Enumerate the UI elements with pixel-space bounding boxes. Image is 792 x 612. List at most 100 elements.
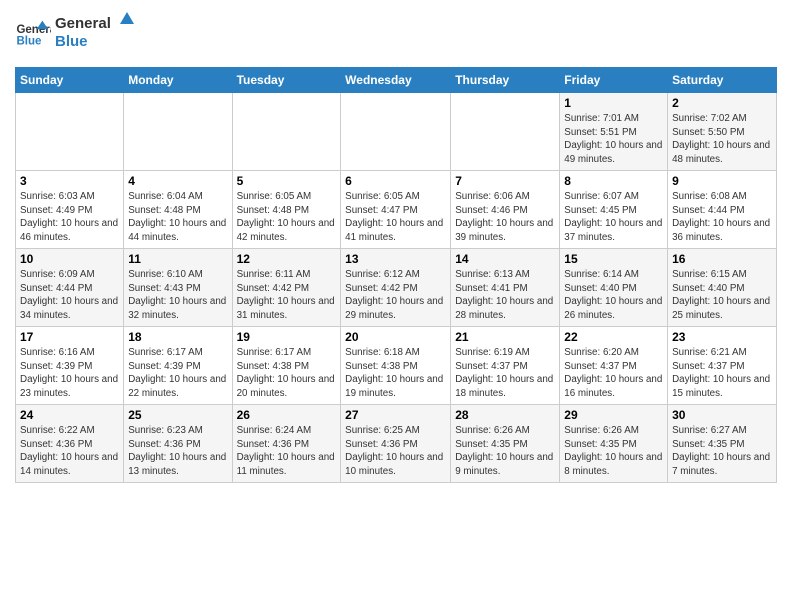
calendar-week-5: 24 Sunrise: 6:22 AMSunset: 4:36 PMDayligh… [16, 405, 777, 483]
day-number: 16 [672, 252, 772, 266]
calendar-cell [16, 93, 124, 171]
calendar-cell: 12 Sunrise: 6:11 AMSunset: 4:42 PMDayligh… [232, 249, 341, 327]
calendar-cell: 14 Sunrise: 6:13 AMSunset: 4:41 PMDayligh… [451, 249, 560, 327]
calendar-cell: 2 Sunrise: 7:02 AMSunset: 5:50 PMDaylight… [668, 93, 777, 171]
day-number: 5 [237, 174, 337, 188]
day-info: Sunrise: 6:07 AMSunset: 4:45 PMDaylight:… [564, 190, 663, 245]
day-info: Sunrise: 6:08 AMSunset: 4:44 PMDaylight:… [672, 190, 772, 245]
calendar-cell: 26 Sunrise: 6:24 AMSunset: 4:36 PMDayligh… [232, 405, 341, 483]
calendar-cell: 1 Sunrise: 7:01 AMSunset: 5:51 PMDaylight… [560, 93, 668, 171]
day-number: 23 [672, 330, 772, 344]
day-number: 4 [128, 174, 227, 188]
calendar-cell: 11 Sunrise: 6:10 AMSunset: 4:43 PMDayligh… [124, 249, 232, 327]
day-info: Sunrise: 6:19 AMSunset: 4:37 PMDaylight:… [455, 346, 555, 401]
day-number: 24 [20, 408, 119, 422]
weekday-header-tuesday: Tuesday [232, 68, 341, 93]
day-number: 17 [20, 330, 119, 344]
calendar-header-row: SundayMondayTuesdayWednesdayThursdayFrid… [16, 68, 777, 93]
calendar-cell: 5 Sunrise: 6:05 AMSunset: 4:48 PMDaylight… [232, 171, 341, 249]
weekday-header-sunday: Sunday [16, 68, 124, 93]
day-info: Sunrise: 6:14 AMSunset: 4:40 PMDaylight:… [564, 268, 663, 323]
calendar-cell: 24 Sunrise: 6:22 AMSunset: 4:36 PMDayligh… [16, 405, 124, 483]
calendar-cell: 20Sunrise: 6:18 AMSunset: 4:38 PMDayligh… [341, 327, 451, 405]
weekday-header-friday: Friday [560, 68, 668, 93]
day-number: 1 [564, 96, 663, 110]
day-info: Sunrise: 7:02 AMSunset: 5:50 PMDaylight:… [672, 112, 772, 167]
logo: General Blue General Blue [15, 10, 135, 59]
day-number: 8 [564, 174, 663, 188]
calendar-cell: 8 Sunrise: 6:07 AMSunset: 4:45 PMDaylight… [560, 171, 668, 249]
day-number: 3 [20, 174, 119, 188]
svg-text:Blue: Blue [16, 35, 42, 47]
day-number: 28 [455, 408, 555, 422]
calendar-cell [451, 93, 560, 171]
day-info: Sunrise: 6:23 AMSunset: 4:36 PMDaylight:… [128, 424, 227, 479]
weekday-header-saturday: Saturday [668, 68, 777, 93]
calendar-week-1: 1 Sunrise: 7:01 AMSunset: 5:51 PMDaylight… [16, 93, 777, 171]
day-info: Sunrise: 6:11 AMSunset: 4:42 PMDaylight:… [237, 268, 337, 323]
day-info: Sunrise: 6:04 AMSunset: 4:48 PMDaylight:… [128, 190, 227, 245]
calendar-cell: 13Sunrise: 6:12 AMSunset: 4:42 PMDayligh… [341, 249, 451, 327]
calendar-cell: 7Sunrise: 6:06 AMSunset: 4:46 PMDaylight… [451, 171, 560, 249]
day-info: Sunrise: 6:05 AMSunset: 4:47 PMDaylight:… [345, 190, 446, 245]
day-number: 2 [672, 96, 772, 110]
calendar-cell: 4 Sunrise: 6:04 AMSunset: 4:48 PMDaylight… [124, 171, 232, 249]
day-number: 9 [672, 174, 772, 188]
logo-svg: General Blue [55, 10, 135, 54]
day-info: Sunrise: 6:13 AMSunset: 4:41 PMDaylight:… [455, 268, 555, 323]
calendar-cell: 10Sunrise: 6:09 AMSunset: 4:44 PMDayligh… [16, 249, 124, 327]
page-header: General Blue General Blue [15, 10, 777, 59]
day-number: 14 [455, 252, 555, 266]
calendar-cell: 6 Sunrise: 6:05 AMSunset: 4:47 PMDaylight… [341, 171, 451, 249]
weekday-header-thursday: Thursday [451, 68, 560, 93]
calendar-cell: 28 Sunrise: 6:26 AMSunset: 4:35 PMDayligh… [451, 405, 560, 483]
day-info: Sunrise: 6:05 AMSunset: 4:48 PMDaylight:… [237, 190, 337, 245]
calendar-cell: 16Sunrise: 6:15 AMSunset: 4:40 PMDayligh… [668, 249, 777, 327]
calendar-cell: 30 Sunrise: 6:27 AMSunset: 4:35 PMDayligh… [668, 405, 777, 483]
day-info: Sunrise: 6:20 AMSunset: 4:37 PMDaylight:… [564, 346, 663, 401]
calendar-table: SundayMondayTuesdayWednesdayThursdayFrid… [15, 67, 777, 483]
day-info: Sunrise: 6:17 AMSunset: 4:39 PMDaylight:… [128, 346, 227, 401]
day-number: 29 [564, 408, 663, 422]
calendar-cell: 27Sunrise: 6:25 AMSunset: 4:36 PMDayligh… [341, 405, 451, 483]
calendar-cell: 25 Sunrise: 6:23 AMSunset: 4:36 PMDayligh… [124, 405, 232, 483]
day-number: 7 [455, 174, 555, 188]
calendar-cell: 9 Sunrise: 6:08 AMSunset: 4:44 PMDaylight… [668, 171, 777, 249]
day-info: Sunrise: 7:01 AMSunset: 5:51 PMDaylight:… [564, 112, 663, 167]
day-number: 22 [564, 330, 663, 344]
day-number: 30 [672, 408, 772, 422]
day-number: 25 [128, 408, 227, 422]
calendar-cell: 23 Sunrise: 6:21 AMSunset: 4:37 PMDayligh… [668, 327, 777, 405]
calendar-cell: 15Sunrise: 6:14 AMSunset: 4:40 PMDayligh… [560, 249, 668, 327]
day-info: Sunrise: 6:16 AMSunset: 4:39 PMDaylight:… [20, 346, 119, 401]
calendar-cell [124, 93, 232, 171]
svg-text:General: General [55, 15, 111, 32]
calendar-cell [341, 93, 451, 171]
day-info: Sunrise: 6:22 AMSunset: 4:36 PMDaylight:… [20, 424, 119, 479]
day-number: 12 [237, 252, 337, 266]
calendar-cell [232, 93, 341, 171]
day-number: 11 [128, 252, 227, 266]
day-number: 21 [455, 330, 555, 344]
svg-text:Blue: Blue [55, 33, 88, 50]
calendar-cell: 17 Sunrise: 6:16 AMSunset: 4:39 PMDayligh… [16, 327, 124, 405]
day-number: 13 [345, 252, 446, 266]
day-info: Sunrise: 6:24 AMSunset: 4:36 PMDaylight:… [237, 424, 337, 479]
page-container: General Blue General Blue SundayMondayTu… [0, 0, 792, 493]
day-number: 26 [237, 408, 337, 422]
day-info: Sunrise: 6:21 AMSunset: 4:37 PMDaylight:… [672, 346, 772, 401]
day-number: 20 [345, 330, 446, 344]
calendar-cell: 22 Sunrise: 6:20 AMSunset: 4:37 PMDayligh… [560, 327, 668, 405]
calendar-week-2: 3 Sunrise: 6:03 AMSunset: 4:49 PMDaylight… [16, 171, 777, 249]
weekday-header-monday: Monday [124, 68, 232, 93]
day-number: 6 [345, 174, 446, 188]
day-info: Sunrise: 6:26 AMSunset: 4:35 PMDaylight:… [455, 424, 555, 479]
calendar-cell: 19 Sunrise: 6:17 AMSunset: 4:38 PMDayligh… [232, 327, 341, 405]
day-number: 19 [237, 330, 337, 344]
day-info: Sunrise: 6:27 AMSunset: 4:35 PMDaylight:… [672, 424, 772, 479]
calendar-cell: 21 Sunrise: 6:19 AMSunset: 4:37 PMDayligh… [451, 327, 560, 405]
day-info: Sunrise: 6:10 AMSunset: 4:43 PMDaylight:… [128, 268, 227, 323]
day-number: 18 [128, 330, 227, 344]
day-info: Sunrise: 6:17 AMSunset: 4:38 PMDaylight:… [237, 346, 337, 401]
day-info: Sunrise: 6:03 AMSunset: 4:49 PMDaylight:… [20, 190, 119, 245]
